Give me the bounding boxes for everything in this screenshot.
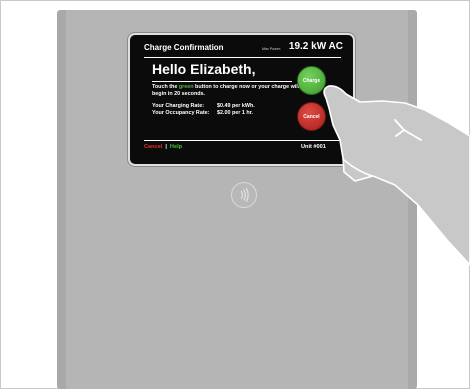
hand-icon <box>323 85 470 266</box>
